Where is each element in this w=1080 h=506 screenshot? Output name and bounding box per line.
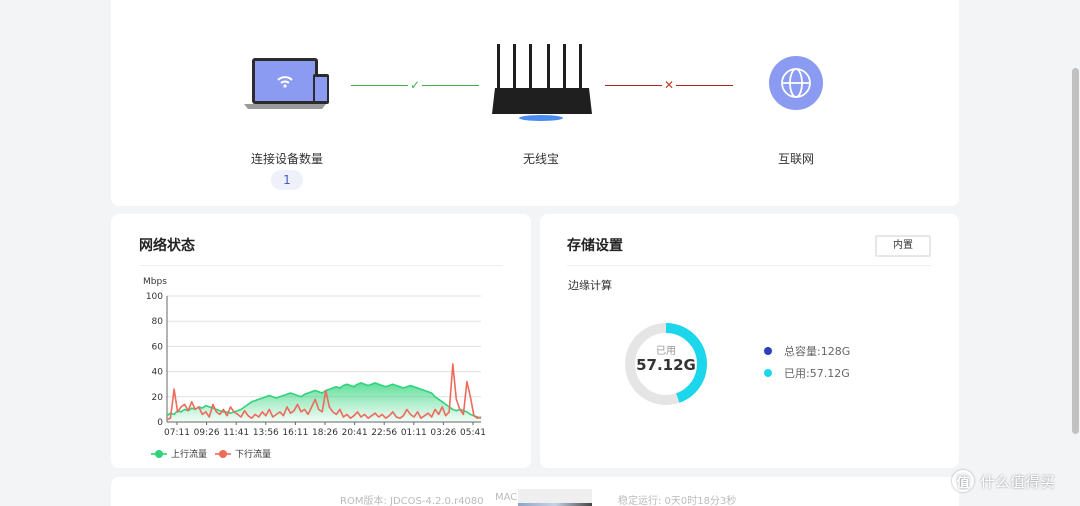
used-value: 57.12G <box>636 356 696 374</box>
x-tick-label: 13:56 <box>253 428 279 438</box>
network-divider <box>139 265 503 266</box>
x-tick-label: 05:41 <box>460 428 486 438</box>
router-icon <box>492 44 592 121</box>
network-status-title: 网络状态 <box>139 238 195 254</box>
used-caption: 已用 <box>656 346 676 357</box>
x-tick-label: 07:11 <box>164 428 190 438</box>
y-tick-label: 0 <box>157 418 163 428</box>
traffic-chart: Mbps 0 20 40 60 80 100 07:11 09:26 11:41 13:56 16:1… <box>143 277 486 460</box>
topology-card: ✓ ✕ 连接设备数量 1 无线宝 互联网 <box>111 0 959 206</box>
devices-count-badge[interactable]: 1 <box>271 170 303 190</box>
y-tick-label: 60 <box>152 342 164 352</box>
used-capacity-label: 已用:57.12G <box>784 367 850 380</box>
storage-divider <box>567 265 931 266</box>
edge-computing-label: 边缘计算 <box>568 279 612 292</box>
builtin-storage-button[interactable]: 内置 <box>875 235 931 257</box>
total-capacity-legend: 总容量:128G <box>764 343 850 359</box>
footer-card: ROM版本: JDCOS-4.2.0.r4080 MAC: 稳定运行: 0天0时… <box>111 477 959 506</box>
legend-swatch-dot <box>155 450 163 458</box>
x-tick-label: 03:26 <box>430 428 456 438</box>
y-tick-label: 20 <box>152 393 164 403</box>
laptop-phone-icon <box>244 58 329 109</box>
mac-label: MAC: <box>495 492 521 503</box>
globe-icon <box>769 56 823 110</box>
uptime: 稳定运行: 0天0时18分3秒 <box>618 496 737 506</box>
devices-label: 连接设备数量 <box>250 152 323 166</box>
watermark: 值 什么值得买 <box>952 470 1055 492</box>
x-tick-label: 11:41 <box>223 428 249 438</box>
internet-label: 互联网 <box>777 152 814 166</box>
legend-upload-label: 上行流量 <box>171 448 207 460</box>
storage-card: 存储设置 内置 边缘计算 已用 57.12G 总容量:128G 已用:57.12… <box>540 214 959 468</box>
y-tick-label: 40 <box>152 368 164 378</box>
total-capacity-label: 总容量:128G <box>784 345 851 358</box>
x-tick-label: 01:11 <box>401 428 427 438</box>
router-label: 无线宝 <box>522 152 559 166</box>
y-tick-label: 80 <box>152 317 164 327</box>
y-axis-unit-label: Mbps <box>143 277 167 287</box>
watermark-text: 什么值得买 <box>980 472 1056 491</box>
legend-download-label: 下行流量 <box>235 448 271 460</box>
used-capacity-legend: 已用:57.12G <box>764 365 850 381</box>
x-tick-label: 09:26 <box>194 428 220 438</box>
x-tick-label: 16:11 <box>282 428 308 438</box>
cross-icon: ✕ <box>662 78 677 92</box>
watermark-logo: 值 <box>952 470 974 492</box>
used-capacity-dot <box>764 369 772 377</box>
page-scrollbar[interactable] <box>1071 0 1080 506</box>
total-capacity-dot <box>764 347 772 355</box>
legend-swatch-dot <box>219 450 227 458</box>
y-tick-label: 100 <box>146 292 163 302</box>
scrollbar-thumb[interactable] <box>1072 68 1079 434</box>
network-status-card: 网络状态 Mbps 0 20 40 60 80 100 07:11 09:26 11:41 13:5… <box>111 214 531 468</box>
x-tick-label: 22:56 <box>371 428 397 438</box>
storage-title: 存储设置 <box>567 238 623 254</box>
x-tick-label: 20:41 <box>342 428 368 438</box>
rom-version: ROM版本: JDCOS-4.2.0.r4080 <box>340 496 484 506</box>
check-icon: ✓ <box>408 78 423 92</box>
x-tick-label: 18:26 <box>312 428 338 438</box>
